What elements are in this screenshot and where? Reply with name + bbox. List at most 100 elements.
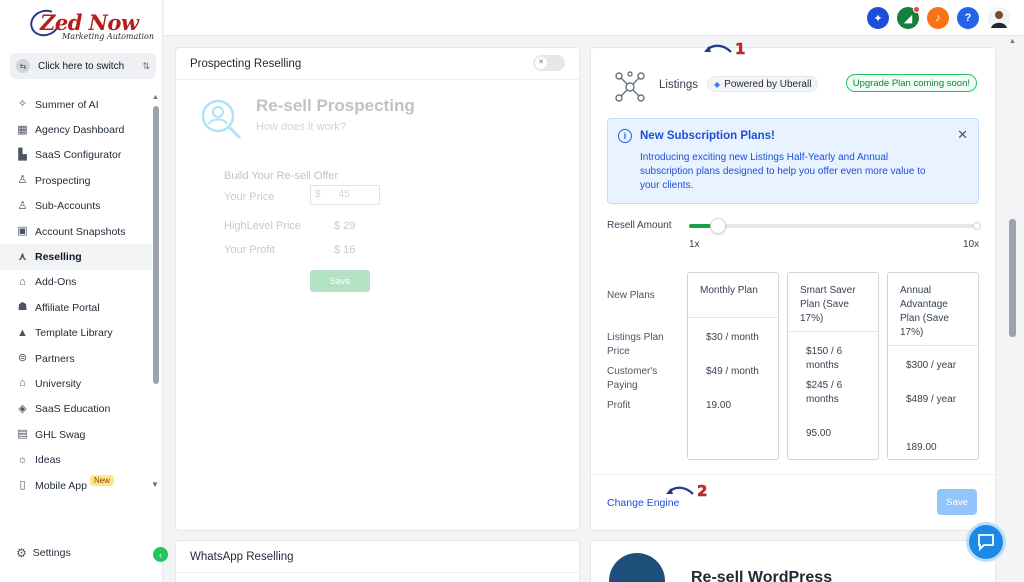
sidebar-item-agency-dashboard[interactable]: ▦ Agency Dashboard — [0, 117, 152, 142]
info-icon: i — [618, 129, 632, 143]
sidebar-item-ideas[interactable]: ☼ Ideas — [0, 447, 152, 472]
sidebar-scroll-up-icon[interactable]: ▲ — [152, 94, 159, 101]
gear-icon: ⚙ — [16, 546, 27, 560]
chevron-up-down-icon: ⇅ — [142, 60, 150, 71]
close-icon[interactable]: ✕ — [957, 127, 968, 143]
card-title: Prospecting Reselling — [190, 57, 302, 70]
user-avatar[interactable] — [988, 7, 1010, 29]
settings-label: Settings — [32, 547, 71, 559]
sidebar-item-ghl-swag[interactable]: ▤ GHL Swag — [0, 422, 152, 447]
whatsapp-reselling-card: WhatsApp Reselling — [175, 540, 580, 582]
sidebar-scroll-down-icon[interactable]: ▼ — [151, 480, 159, 489]
megaphone-icon[interactable]: ◢ — [897, 6, 920, 29]
plan-name: Smart Saver Plan (Save 17%) — [800, 285, 856, 324]
prospecting-toggle[interactable] — [533, 55, 565, 71]
alert-body: Introducing exciting new Listings Half-Y… — [640, 152, 926, 191]
sidebar-item-prospecting[interactable]: ♙ Prospecting — [0, 168, 152, 193]
how-it-works-link[interactable]: How does it work? — [256, 121, 346, 133]
highlevel-price-label: HighLevel Price — [224, 220, 302, 232]
your-profit-value: $ 16 — [334, 244, 356, 256]
chat-icon — [978, 534, 994, 552]
wordpress-logo-icon — [609, 553, 665, 582]
listings-plan-price-label: Listings Plan Price — [607, 332, 664, 357]
chart-icon: ▙ — [18, 148, 27, 161]
resell-amount-slider[interactable] — [689, 218, 981, 234]
plan-name: Annual Advantage Plan (Save 17%) — [900, 285, 949, 338]
shapes-icon: ▲ — [17, 326, 28, 339]
plan-price: $30 / month — [706, 332, 759, 343]
sidebar-item-affiliate-portal[interactable]: ☗ Affiliate Portal — [0, 295, 152, 320]
marker-number-1: 1 — [735, 40, 746, 59]
sidebar-item-label: GHL Swag — [35, 428, 86, 441]
sidebar-item-sub-accounts[interactable]: ♙ Sub-Accounts — [0, 194, 152, 219]
chat-widget-button[interactable] — [966, 522, 1006, 562]
sidebar-item-summer-of-ai[interactable]: ✧ Summer of AI — [0, 92, 152, 117]
powered-by-badge: ◆ Powered by Uberall — [707, 76, 819, 92]
subscription-alert: i New Subscription Plans! ✕ Introducing … — [607, 118, 979, 204]
sidebar-item-saas-configurator[interactable]: ▙ SaaS Configurator — [0, 143, 152, 168]
plan-column: Annual Advantage Plan (Save 17%) $300 / y… — [887, 272, 979, 460]
listings-title: Listings — [659, 79, 698, 91]
marker-number-2: 2 — [697, 482, 708, 501]
sidebar-item-template-library[interactable]: ▲ Template Library — [0, 321, 152, 346]
listings-network-icon — [615, 71, 645, 102]
help-icon[interactable]: ? — [957, 7, 979, 29]
plan-profit: 19.00 — [706, 400, 732, 411]
slider-fill — [689, 224, 713, 228]
sidebar-item-label: Summer of AI — [35, 98, 99, 111]
sidebar-scrollbar[interactable] — [153, 106, 159, 384]
brand-logo[interactable]: Zed Now Marketing Automation — [26, 5, 154, 44]
plan-customer-paying: $489 / year — [906, 394, 957, 405]
curved-arrow-icon — [666, 486, 694, 495]
bell-icon[interactable]: ♪ — [927, 7, 949, 29]
sidebar-item-reselling[interactable]: ⋏ Reselling — [0, 244, 152, 270]
logo-tagline: Marketing Automation — [62, 32, 155, 41]
build-offer-label: Build Your Re-sell Offer — [224, 170, 339, 182]
plan-profit: 95.00 — [806, 428, 832, 439]
card-title: WhatsApp Reselling — [190, 550, 294, 563]
sidebar: Zed Now Marketing Automation ⇆ Click her… — [0, 0, 168, 582]
plan-customer-paying: $245 / 6 months — [806, 380, 843, 405]
slider-end-dot — [973, 222, 981, 230]
sidebar-item-add-ons[interactable]: ⌂ Add-Ons — [0, 270, 152, 295]
wordpress-reselling-card: Re-sell WordPress — [590, 540, 996, 582]
main-scrollbar[interactable] — [1009, 219, 1016, 337]
sidebar-item-label: Reselling — [35, 251, 82, 264]
slider-thumb[interactable] — [710, 218, 727, 234]
account-switcher[interactable]: ⇆ Click here to switch ⇅ — [10, 53, 156, 79]
ticket-icon[interactable]: ✦ — [867, 7, 889, 29]
listings-card-footer: Change Engine Save — [591, 474, 995, 530]
plan-column: Monthly Plan $30 / month $49 / month 19.00 — [687, 272, 779, 460]
sidebar-item-label: University — [35, 377, 82, 390]
sidebar-collapse-button[interactable]: ‹ — [153, 547, 168, 562]
plan-name: Monthly Plan — [700, 285, 758, 296]
new-badge: New — [89, 475, 114, 487]
prospecting-save-button[interactable]: Save — [310, 270, 370, 292]
switch-icon: ⇆ — [16, 59, 30, 73]
main-scroll-up-icon[interactable]: ▲ — [1009, 38, 1016, 45]
plan-column: Smart Saver Plan (Save 17%) $150 / 6 mont… — [787, 272, 879, 460]
uberall-icon: ◆ — [714, 79, 721, 89]
sidebar-item-university[interactable]: ⌂ University — [0, 371, 152, 396]
sidebar-item-account-snapshots[interactable]: ▣ Account Snapshots — [0, 219, 152, 244]
plan-divider — [688, 317, 778, 318]
wordpress-title: Re-sell WordPress — [691, 569, 833, 582]
ticket-icon-glyph: ✦ — [873, 12, 883, 25]
customers-paying-label: Customer's Paying — [607, 366, 658, 391]
dashboard-icon: ▦ — [17, 123, 28, 136]
users-icon: ☗ — [17, 301, 28, 314]
plan-divider — [788, 331, 878, 332]
sidebar-item-label: SaaS Education — [35, 403, 111, 416]
annotation-marker-1: 1 — [703, 40, 746, 59]
sidebar-nav: ✧ Summer of AI ▦ Agency Dashboard ▙ SaaS Conf… — [0, 92, 152, 498]
sidebar-item-saas-education[interactable]: ◈ SaaS Education — [0, 397, 152, 422]
search-user-icon — [201, 99, 242, 140]
sidebar-item-mobile-app[interactable]: ▯ Mobile App New — [0, 473, 152, 498]
sidebar-item-partners[interactable]: ⊜ Partners — [0, 346, 152, 371]
sidebar-item-settings[interactable]: ⚙ Settings — [16, 546, 71, 560]
sidebar-item-label: Agency Dashboard — [35, 124, 125, 137]
listings-save-button[interactable]: Save — [937, 489, 977, 515]
your-price-label: Your Price — [224, 191, 275, 203]
your-price-input[interactable]: $ 45 — [310, 185, 380, 205]
card-header: WhatsApp Reselling — [176, 541, 579, 573]
